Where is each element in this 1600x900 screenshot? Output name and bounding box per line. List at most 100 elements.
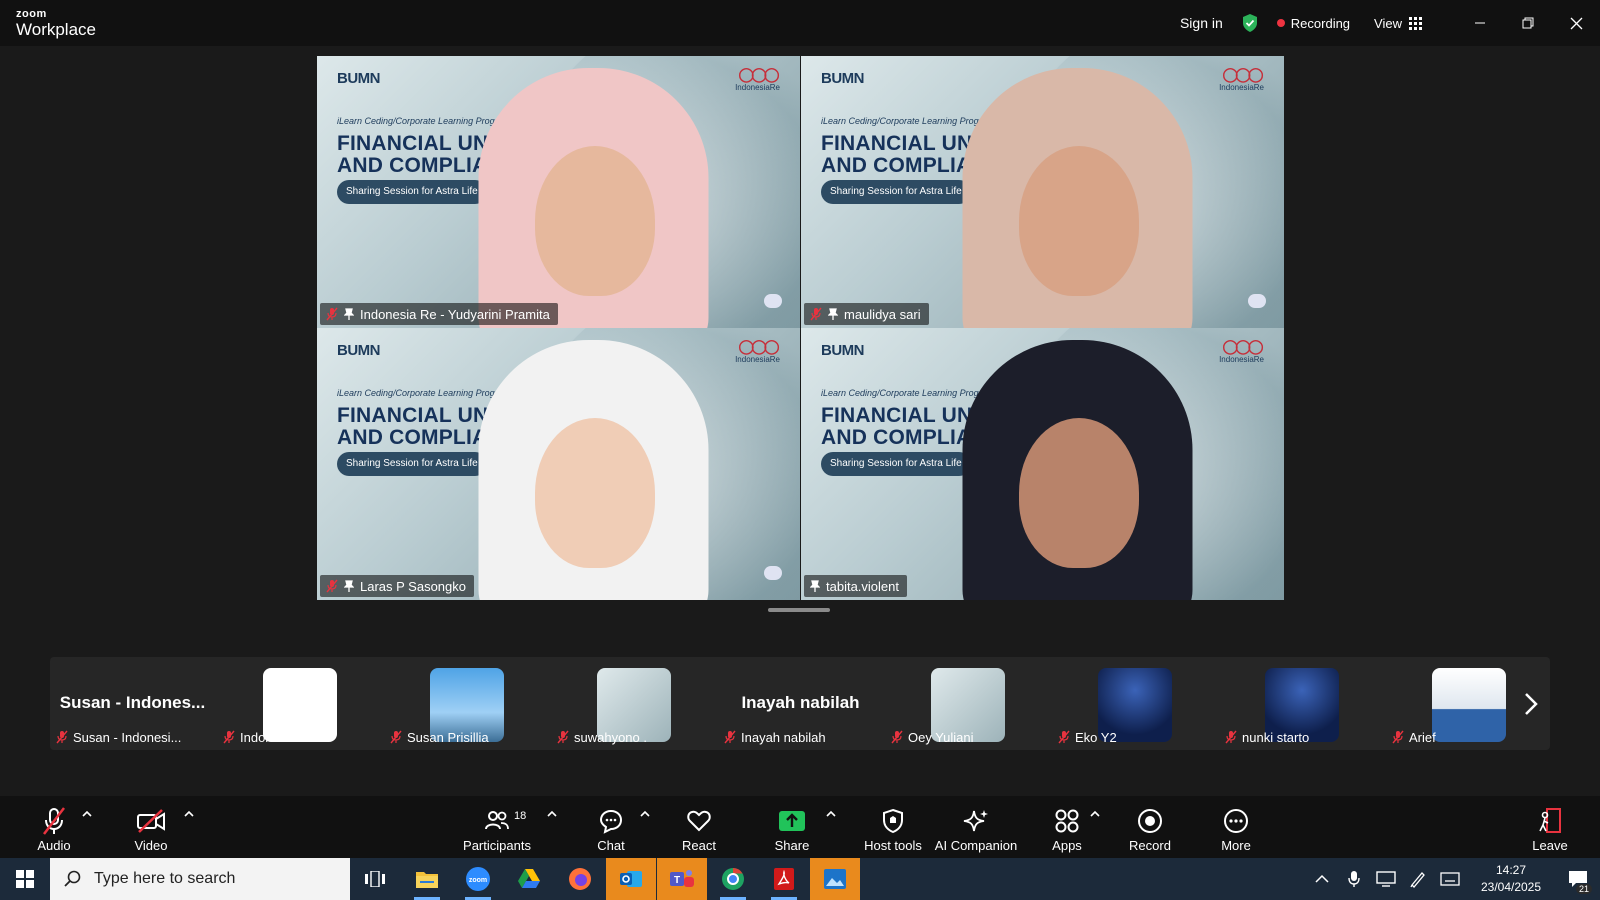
notification-center-button[interactable]: 21 xyxy=(1556,858,1600,900)
pen-tray-button[interactable] xyxy=(1402,858,1434,900)
filmstrip-participant[interactable]: Susan Prisillia xyxy=(384,657,549,750)
chat-button[interactable]: Chat xyxy=(591,796,631,858)
view-label: View xyxy=(1374,15,1402,31)
acrobat-app[interactable] xyxy=(759,858,809,900)
filmstrip-name: Oey Yuliani xyxy=(908,729,974,745)
windows-taskbar: Type here to search zoom T 14:27 23/04/2… xyxy=(0,858,1600,900)
participants-options-chevron-icon[interactable] xyxy=(547,810,557,818)
outlook-app[interactable] xyxy=(606,858,656,900)
encryption-shield-icon[interactable] xyxy=(1241,13,1259,33)
taskbar-search-box[interactable]: Type here to search xyxy=(50,858,350,900)
share-screen-icon xyxy=(779,811,805,831)
muted-mic-icon xyxy=(56,730,68,744)
more-button[interactable]: More xyxy=(1216,796,1256,858)
meeting-stage: BUMN ◯◯◯ IndonesiaRe iLearn Ceding/Corporat… xyxy=(0,46,1600,796)
gallery-resize-handle[interactable] xyxy=(768,608,830,612)
chrome-app[interactable] xyxy=(708,858,758,900)
start-button[interactable] xyxy=(0,858,50,900)
filmstrip-name: Eko Y2 xyxy=(1075,729,1117,745)
filmstrip-participant[interactable]: Indonesia Re xyxy=(217,657,382,750)
close-button[interactable] xyxy=(1552,0,1600,46)
microphone-icon xyxy=(1348,871,1360,887)
google-drive-app[interactable] xyxy=(504,858,554,900)
participants-label: Participants xyxy=(463,838,531,853)
next-page-button[interactable] xyxy=(1516,687,1546,721)
record-button[interactable]: Record xyxy=(1128,796,1172,858)
audio-button[interactable]: Audio xyxy=(34,796,74,858)
react-button[interactable]: React xyxy=(678,796,720,858)
indonesia-re-logo: ◯◯◯ IndonesiaRe xyxy=(1219,338,1264,364)
chevron-up-icon xyxy=(1315,874,1329,883)
firefox-app[interactable] xyxy=(555,858,605,900)
file-explorer-app[interactable] xyxy=(402,858,452,900)
muted-mic-icon xyxy=(810,307,822,321)
share-options-chevron-icon[interactable] xyxy=(826,810,836,818)
display-tray-button[interactable] xyxy=(1370,858,1402,900)
hidden-icons-button[interactable] xyxy=(1306,858,1338,900)
video-button[interactable]: Video xyxy=(130,796,172,858)
photos-app[interactable] xyxy=(810,858,860,900)
filmstrip-participant[interactable]: nunki starto xyxy=(1219,657,1384,750)
filmstrip-participant[interactable]: Susan - Indones... Susan - Indonesi... xyxy=(50,657,215,750)
close-icon xyxy=(1570,17,1582,29)
task-view-button[interactable] xyxy=(350,858,400,900)
audio-label: Audio xyxy=(37,838,71,853)
minimize-icon xyxy=(1475,22,1485,24)
video-tile[interactable]: BUMN ◯◯◯ IndonesiaRe iLearn Ceding/Corporat… xyxy=(801,328,1284,600)
search-placeholder: Type here to search xyxy=(94,870,236,887)
filmstrip-participant[interactable]: Eko Y2 xyxy=(1052,657,1217,750)
program-text: iLearn Ceding/Corporate Learning Program xyxy=(337,388,511,398)
participant-filmstrip: Arief nunki starto Eko Y2 Oey Yuliani Inayah… xyxy=(50,657,1550,750)
participants-button[interactable]: 18 Participants xyxy=(460,796,534,858)
host-shield-icon xyxy=(883,808,903,834)
pdf-icon xyxy=(774,868,794,890)
folder-icon xyxy=(416,872,438,888)
touch-keyboard-button[interactable] xyxy=(1434,858,1466,900)
host-tools-label: Host tools xyxy=(864,838,922,853)
apps-options-chevron-icon[interactable] xyxy=(1090,810,1100,818)
filmstrip-name: Susan - Indonesi... xyxy=(73,729,182,745)
svg-text:zoom: zoom xyxy=(469,877,487,884)
share-button[interactable]: Share xyxy=(770,796,814,858)
apps-button[interactable]: Apps xyxy=(1047,796,1087,858)
video-options-chevron-icon[interactable] xyxy=(184,810,194,818)
sign-in-link[interactable]: Sign in xyxy=(1180,15,1223,31)
indonesia-re-logo: ◯◯◯ IndonesiaRe xyxy=(1219,66,1264,92)
chat-options-chevron-icon[interactable] xyxy=(640,810,650,818)
zoom-workplace-logo: zoom Workplace xyxy=(16,9,96,39)
sponsor-logos: ◯◯◯ IndonesiaRe xyxy=(1219,338,1264,364)
ai-companion-button[interactable]: AI Companion xyxy=(934,796,1018,858)
filmstrip-name-tag: Arief xyxy=(1392,728,1436,746)
muted-mic-icon xyxy=(1058,730,1070,744)
minimize-button[interactable] xyxy=(1456,0,1504,46)
host-tools-button[interactable]: Host tools xyxy=(858,796,928,858)
video-tile[interactable]: BUMN ◯◯◯ IndonesiaRe iLearn Ceding/Corporat… xyxy=(317,328,800,600)
indonesia-re-logo-text: IndonesiaRe xyxy=(735,355,780,364)
keyboard-icon xyxy=(1440,872,1460,886)
apps-label: Apps xyxy=(1052,838,1082,853)
brand-bottom: Workplace xyxy=(16,20,96,39)
filmstrip-participant[interactable]: Inayah nabilah Inayah nabilah xyxy=(718,657,883,750)
camera-icon xyxy=(1248,294,1266,308)
leave-door-icon xyxy=(1539,808,1561,833)
audio-options-chevron-icon[interactable] xyxy=(82,810,92,818)
chrome-icon xyxy=(722,868,744,890)
taskbar-clock[interactable]: 14:27 23/04/2025 xyxy=(1466,862,1556,896)
leave-button[interactable]: Leave xyxy=(1530,796,1570,858)
view-button[interactable]: View xyxy=(1374,16,1422,31)
meeting-toolbar: Audio Video 18 Participants Chat React S… xyxy=(0,796,1600,858)
filmstrip-participant[interactable]: Oey Yuliani xyxy=(885,657,1050,750)
restore-button[interactable] xyxy=(1504,0,1552,46)
zoom-app[interactable]: zoom xyxy=(453,858,503,900)
indonesia-re-logo-text: IndonesiaRe xyxy=(735,83,780,92)
teams-app[interactable]: T xyxy=(657,858,707,900)
video-tile[interactable]: BUMN ◯◯◯ IndonesiaRe iLearn Ceding/Corporat… xyxy=(801,56,1284,328)
sponsor-logos: ◯◯◯ IndonesiaRe xyxy=(1219,66,1264,92)
record-icon xyxy=(1138,809,1162,833)
muted-mic-icon xyxy=(1392,730,1404,744)
microphone-tray-button[interactable] xyxy=(1338,858,1370,900)
participant-name: Indonesia Re - Yudyarini Pramita xyxy=(360,306,550,322)
recording-indicator[interactable]: Recording xyxy=(1276,16,1350,31)
filmstrip-participant[interactable]: suwahyono . xyxy=(551,657,716,750)
video-tile[interactable]: BUMN ◯◯◯ IndonesiaRe iLearn Ceding/Corporat… xyxy=(317,56,800,328)
